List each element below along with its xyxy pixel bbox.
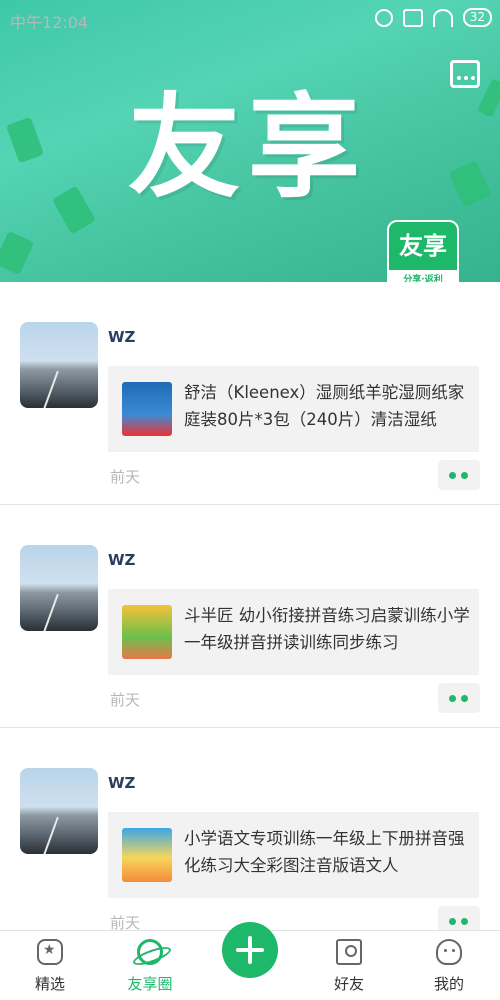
tab-share-circle[interactable]: 友享圈 (110, 931, 190, 1000)
more-options-button[interactable] (438, 683, 480, 713)
red-envelope-decoration (448, 160, 492, 208)
product-card[interactable]: 斗半匠 幼小衔接拼音练习启蒙训练小学一年级拼音拼读训练同步练习 (108, 589, 479, 675)
battery-icon: 32 (462, 8, 492, 27)
red-envelope-decoration (5, 116, 45, 164)
red-envelope-decoration (0, 230, 35, 276)
avatar[interactable] (20, 545, 98, 631)
contact-card-icon (336, 939, 362, 965)
tab-label: 友享圈 (127, 975, 173, 993)
post-time: 前天 (110, 691, 141, 709)
status-icons: 32 (374, 8, 492, 27)
header-banner: 中午12:04 32 友享 友享 分享·返利 (0, 0, 500, 282)
tab-featured[interactable]: 精选 (10, 931, 90, 1000)
feed-post: WZ 小学语文专项训练一年级上下册拼音强化练习大全彩图注音版语文人 前天 (0, 728, 500, 930)
red-envelope-decoration (477, 78, 500, 118)
status-time: 中午12:04 (10, 13, 89, 32)
product-card[interactable]: 小学语文专项训练一年级上下册拼音强化练习大全彩图注音版语文人 (108, 812, 479, 898)
username[interactable]: WZ (108, 774, 135, 792)
avatar[interactable] (20, 322, 98, 408)
profile-icon (436, 939, 462, 965)
product-thumbnail (122, 828, 172, 882)
post-time: 前天 (110, 914, 141, 930)
more-options-button[interactable] (438, 460, 480, 490)
logo-subtext: 分享·返利 (403, 275, 443, 282)
logo-text: 友享 (389, 222, 457, 270)
feed-post: WZ 斗半匠 幼小衔接拼音练习启蒙训练小学一年级拼音拼读训练同步练习 前天 (0, 505, 500, 728)
feed-post: WZ 舒洁（Kleenex）湿厕纸羊驼湿厕纸家庭装80片*3包（240片）清洁湿… (0, 282, 500, 505)
add-button[interactable] (222, 922, 278, 978)
product-thumbnail (122, 605, 172, 659)
product-thumbnail (122, 382, 172, 436)
close-box-icon (402, 8, 423, 27)
avatar[interactable] (20, 768, 98, 854)
tab-label: 好友 (333, 975, 364, 993)
product-title: 斗半匠 幼小衔接拼音练习启蒙训练小学一年级拼音拼读训练同步练习 (184, 606, 470, 652)
post-time: 前天 (110, 468, 141, 486)
status-bar: 中午12:04 32 (0, 0, 500, 36)
page-title: 友享 (128, 83, 368, 213)
username[interactable]: WZ (108, 328, 135, 346)
app-logo: 友享 分享·返利 (387, 220, 459, 282)
username[interactable]: WZ (108, 551, 135, 569)
product-card[interactable]: 舒洁（Kleenex）湿厕纸羊驼湿厕纸家庭装80片*3包（240片）清洁湿纸 (108, 366, 479, 452)
bottom-tab-bar: 精选 友享圈 好友 我的 (0, 922, 500, 1000)
star-badge-icon (37, 939, 63, 965)
wifi-icon (432, 8, 453, 27)
more-options-button[interactable] (438, 906, 480, 930)
tab-me[interactable]: 我的 (409, 931, 489, 1000)
red-envelope-decoration (51, 185, 97, 235)
tab-label: 我的 (433, 975, 464, 993)
product-title: 舒洁（Kleenex）湿厕纸羊驼湿厕纸家庭装80片*3包（240片）清洁湿纸 (184, 383, 465, 429)
product-title: 小学语文专项训练一年级上下册拼音强化练习大全彩图注音版语文人 (184, 829, 465, 875)
mute-icon (374, 8, 393, 27)
tab-label: 精选 (34, 975, 65, 993)
feed-list[interactable]: WZ 舒洁（Kleenex）湿厕纸羊驼湿厕纸家庭装80片*3包（240片）清洁湿… (0, 282, 500, 930)
tab-friends[interactable]: 好友 (309, 931, 389, 1000)
message-icon[interactable] (450, 60, 480, 88)
planet-icon (137, 939, 163, 965)
